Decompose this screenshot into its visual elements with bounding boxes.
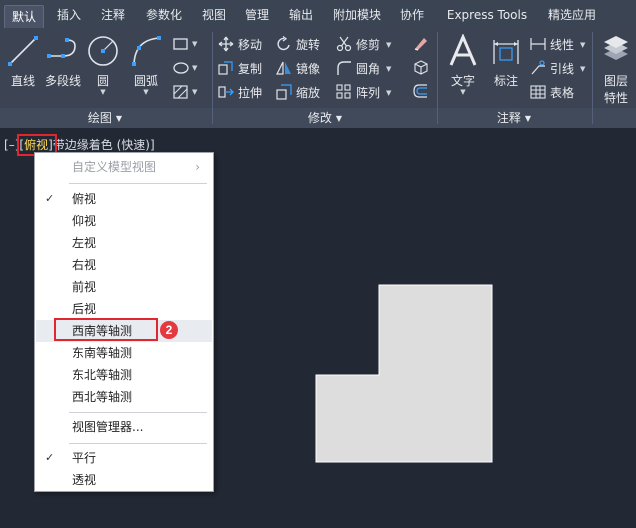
menu-item-parallel-label: 平行 <box>72 451 97 465</box>
menu-item-back[interactable]: 后视 <box>36 298 212 320</box>
menu-item-ne-isometric-label: 东北等轴测 <box>72 368 133 382</box>
menu-item-right-label: 右视 <box>72 258 97 272</box>
visual-style-control[interactable]: 带边缘着色 (快速) <box>53 138 150 152</box>
menu-item-parallel[interactable]: ✓ 平行 <box>36 447 212 469</box>
menu-separator <box>69 183 207 184</box>
menu-item-ne-isometric[interactable]: 东北等轴测 <box>36 364 212 386</box>
menu-item-left[interactable]: 左视 <box>36 232 212 254</box>
menu-item-view-manager-label: 视图管理器... <box>72 420 144 434</box>
menu-item-nw-isometric-label: 西北等轴测 <box>72 390 133 404</box>
menu-item-front[interactable]: 前视 <box>36 276 212 298</box>
menu-item-view-manager[interactable]: 视图管理器... <box>36 416 212 438</box>
checkmark-icon: ✓ <box>45 451 55 464</box>
menu-item-custom-views[interactable]: 自定义模型视图 › <box>36 156 212 178</box>
menu-item-nw-isometric[interactable]: 西北等轴测 <box>36 386 212 408</box>
menu-item-se-isometric[interactable]: 东南等轴测 <box>36 342 212 364</box>
menu-separator <box>69 443 207 444</box>
menu-item-front-label: 前视 <box>72 280 97 294</box>
menu-item-perspective[interactable]: 透视 <box>36 469 212 491</box>
menu-item-top[interactable]: ✓ 俯视 <box>36 188 212 210</box>
l-shaped-solid[interactable] <box>315 284 493 463</box>
checkmark-icon: ✓ <box>45 192 55 205</box>
menu-separator <box>69 412 207 413</box>
menu-item-right[interactable]: 右视 <box>36 254 212 276</box>
callout-badge-2: 2 <box>160 321 178 339</box>
menu-item-perspective-label: 透视 <box>72 473 97 487</box>
menu-item-bottom[interactable]: 仰视 <box>36 210 212 232</box>
menu-item-bottom-label: 仰视 <box>72 214 97 228</box>
menu-item-left-label: 左视 <box>72 236 97 250</box>
menu-item-top-label: 俯视 <box>72 192 97 206</box>
viewport-bracket-close: ] <box>149 138 155 152</box>
submenu-arrow-icon: › <box>195 160 200 174</box>
callout-highlight-2 <box>54 318 158 341</box>
menu-item-se-isometric-label: 东南等轴测 <box>72 346 133 360</box>
menu-item-back-label: 后视 <box>72 302 97 316</box>
menu-item-custom-views-label: 自定义模型视图 <box>72 160 157 174</box>
